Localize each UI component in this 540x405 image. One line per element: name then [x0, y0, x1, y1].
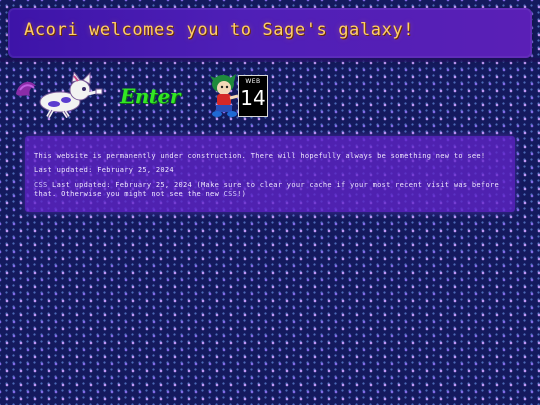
acori-sprite-button[interactable] [14, 70, 106, 119]
construction-notice: This website is permanently under constr… [34, 152, 486, 160]
enter-label: Enter [120, 84, 180, 108]
enter-button[interactable]: Enter [120, 84, 186, 108]
css-updated-tail: !) [237, 190, 247, 198]
web-badge-button[interactable]: WEB 14 [208, 72, 272, 118]
web-badge: WEB 14 [238, 75, 268, 117]
css-updated-text: Last updated: February 25, 2024 (Make su… [34, 181, 499, 198]
header-divider [0, 58, 540, 62]
last-updated: Last updated: February 25, 2024 [34, 166, 174, 174]
web-badge-number: 14 [240, 86, 266, 110]
site-header: Acori welcomes you to Sage's galaxy! [8, 8, 532, 58]
css-link-2[interactable]: CSS [224, 190, 238, 198]
page-title: Acori welcomes you to Sage's galaxy! [24, 20, 415, 40]
css-updated-notice: CSS Last updated: February 25, 2024 (Mak… [34, 181, 504, 199]
acori-sprite-icon [16, 70, 103, 119]
character-icon [210, 74, 239, 117]
button-row: Enter WEB 14 [14, 70, 284, 120]
web-badge-label: WEB [245, 78, 261, 85]
info-panel: This website is permanently under constr… [25, 136, 515, 212]
css-link[interactable]: CSS [34, 181, 48, 189]
